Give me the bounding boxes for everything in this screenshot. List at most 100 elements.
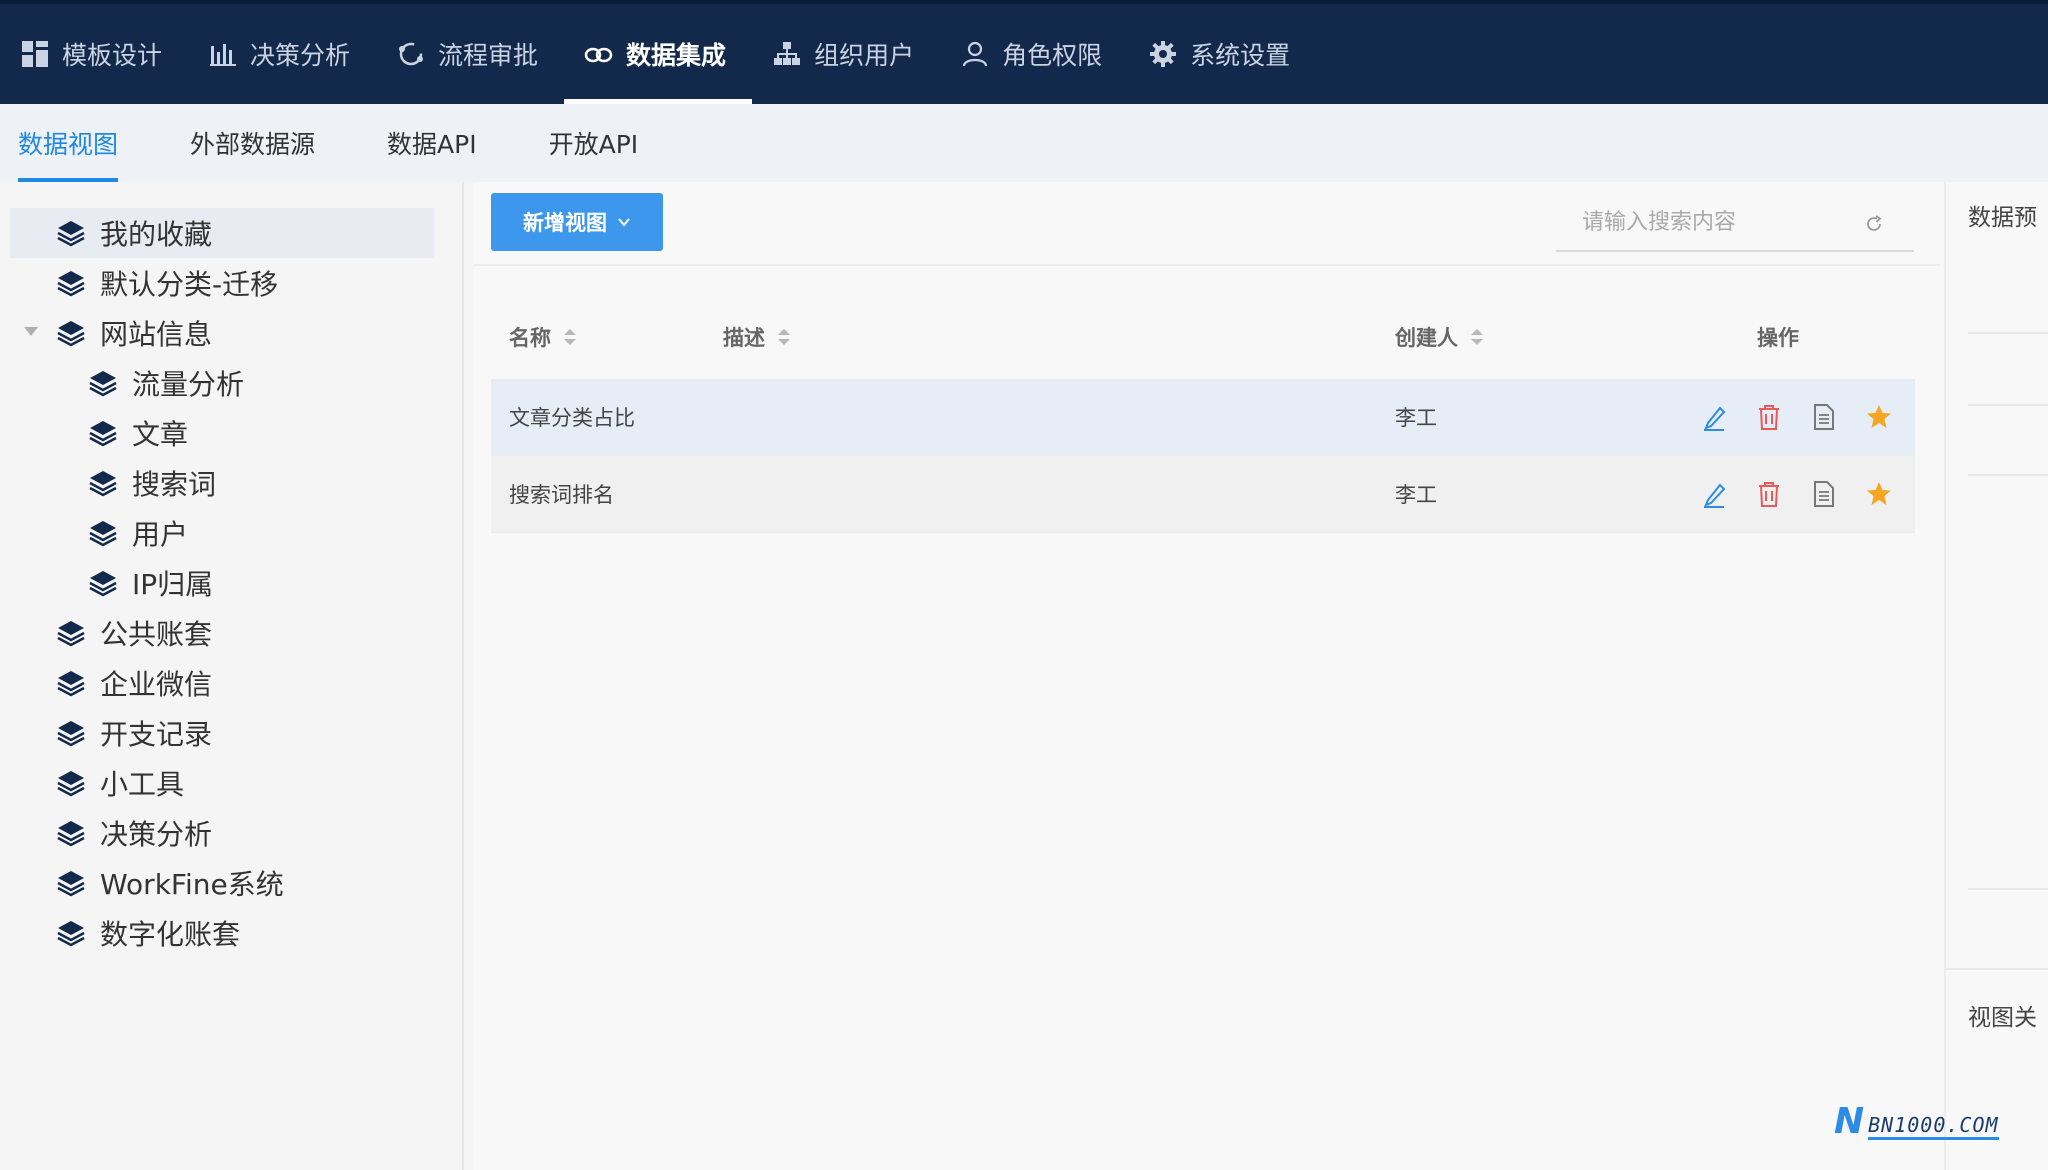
data-preview-panel: 数据预 视图关 (1944, 182, 2048, 1170)
nav-org-users[interactable]: 组织用户 (752, 4, 940, 104)
sort-icon (564, 329, 576, 345)
nav-label: 决策分析 (250, 41, 351, 70)
cloud-link-icon (584, 39, 614, 69)
layers-icon (57, 621, 85, 647)
panel-divider (1946, 968, 2048, 970)
table-row[interactable]: 文章分类占比 李工 (491, 379, 1915, 456)
col-name-label: 名称 (509, 326, 551, 350)
tree-item-label: 搜索词 (132, 468, 217, 501)
view-relation-title: 视图关 (1968, 1005, 2037, 1031)
refresh-icon[interactable] (1864, 214, 1884, 234)
tree-item[interactable]: 文章 (0, 408, 462, 458)
tree-item[interactable]: WorkFine系统 (0, 858, 462, 908)
nav-label: 流程审批 (438, 41, 539, 70)
layers-icon (57, 271, 85, 297)
layers-icon (89, 421, 117, 447)
tree-item[interactable]: 决策分析 (0, 808, 462, 858)
tab-external-datasource[interactable]: 外部数据源 (190, 104, 315, 182)
tree-item[interactable]: 默认分类-迁移 (0, 258, 462, 308)
tree-item[interactable]: 数字化账套 (0, 908, 462, 958)
tree-item[interactable]: 企业微信 (0, 658, 462, 708)
tree-item-label: 小工具 (100, 768, 185, 801)
nav-template-design[interactable]: 模板设计 (0, 4, 188, 104)
nav-process-approval[interactable]: 流程审批 (376, 4, 564, 104)
tree-item-label: 文章 (132, 418, 189, 451)
panel-divider (1968, 332, 2048, 334)
tree-item[interactable]: 我的收藏 (10, 208, 434, 258)
flow-cycle-icon (396, 39, 426, 69)
top-navigation: 模板设计 决策分析 流程审批 数据集成 组织用户 角色权限 系统设置 (0, 0, 2048, 104)
col-actions-label: 操作 (1757, 326, 1799, 350)
tree-item[interactable]: 小工具 (0, 758, 462, 808)
nav-role-permissions[interactable]: 角色权限 (940, 4, 1128, 104)
col-desc-header[interactable]: 描述 (723, 322, 791, 352)
table-row[interactable]: 搜索词排名 李工 (491, 456, 1915, 533)
row-name: 搜索词排名 (509, 483, 614, 507)
user-icon (960, 39, 990, 69)
layers-icon (89, 521, 117, 547)
grid-icon (20, 39, 50, 69)
col-creator-header[interactable]: 创建人 (1395, 322, 1484, 352)
layers-icon (57, 771, 85, 797)
row-name: 文章分类占比 (509, 406, 635, 430)
tree-item-label: 企业微信 (100, 668, 213, 701)
tab-open-api[interactable]: 开放API (549, 104, 639, 182)
tab-data-view[interactable]: 数据视图 (18, 104, 119, 182)
edit-icon[interactable] (1700, 403, 1728, 431)
layers-icon (89, 571, 117, 597)
tree-item-label: 公共账套 (100, 618, 213, 651)
chevron-down-icon (618, 218, 630, 227)
tree-item[interactable]: 流量分析 (0, 358, 462, 408)
search-input[interactable] (1582, 209, 1862, 235)
org-tree-icon (772, 39, 802, 69)
sort-icon (1471, 329, 1483, 345)
nav-label: 模板设计 (62, 41, 163, 70)
col-desc-label: 描述 (723, 326, 765, 350)
layers-icon (89, 471, 117, 497)
delete-icon[interactable] (1755, 403, 1783, 431)
nav-decision-analysis[interactable]: 决策分析 (188, 4, 376, 104)
document-icon[interactable] (1810, 403, 1838, 431)
delete-icon[interactable] (1755, 480, 1783, 508)
caret-down-icon[interactable] (24, 327, 38, 336)
new-view-button[interactable]: 新增视图 (491, 193, 663, 251)
nav-label: 角色权限 (1002, 41, 1103, 70)
tab-data-api[interactable]: 数据API (387, 104, 477, 182)
col-name-header[interactable]: 名称 (509, 322, 577, 352)
tree-item[interactable]: 开支记录 (0, 708, 462, 758)
edit-icon[interactable] (1700, 480, 1728, 508)
tree-item[interactable]: 用户 (0, 508, 462, 558)
search-box (1556, 194, 1914, 252)
tree-item-label: 用户 (132, 518, 189, 551)
tree-item[interactable]: 搜索词 (0, 458, 462, 508)
nav-label: 数据集成 (626, 41, 727, 70)
view-table: 名称 描述 创建人 操作 文章分类占比 李工 搜索词排名 李工 (491, 295, 1915, 533)
tree-item-label: IP归属 (132, 568, 214, 601)
tree-item-label: 数字化账套 (100, 918, 241, 951)
panel-divider (1968, 404, 2048, 406)
layers-icon (57, 721, 85, 747)
preview-title: 数据预 (1968, 205, 2037, 231)
main-panel: 新增视图 名称 描述 创建人 操作 文章分类占比 (474, 182, 1944, 1170)
nav-system-settings[interactable]: 系统设置 (1128, 4, 1316, 104)
layers-icon (57, 921, 85, 947)
col-creator-label: 创建人 (1395, 326, 1458, 350)
tree-item[interactable]: IP归属 (0, 558, 462, 608)
document-icon[interactable] (1810, 480, 1838, 508)
tree-item-label: 开支记录 (100, 718, 213, 751)
tree-item-label: 流量分析 (132, 368, 245, 401)
watermark-logo: N BN1000.COM (1834, 1104, 1999, 1140)
nav-data-integration[interactable]: 数据集成 (564, 4, 753, 104)
star-icon[interactable] (1865, 480, 1893, 508)
star-icon[interactable] (1865, 403, 1893, 431)
tree-item-label: 默认分类-迁移 (100, 268, 279, 301)
sort-icon (778, 329, 790, 345)
tree-item-label: 我的收藏 (100, 218, 213, 251)
nav-label: 系统设置 (1190, 41, 1291, 70)
tree-item[interactable]: 网站信息 (0, 308, 462, 358)
tree-item[interactable]: 公共账套 (0, 608, 462, 658)
bar-chart-icon (208, 39, 238, 69)
new-view-label: 新增视图 (523, 211, 607, 235)
row-creator: 李工 (1395, 483, 1437, 507)
watermark-text: BN1000.COM (1868, 1113, 1999, 1140)
